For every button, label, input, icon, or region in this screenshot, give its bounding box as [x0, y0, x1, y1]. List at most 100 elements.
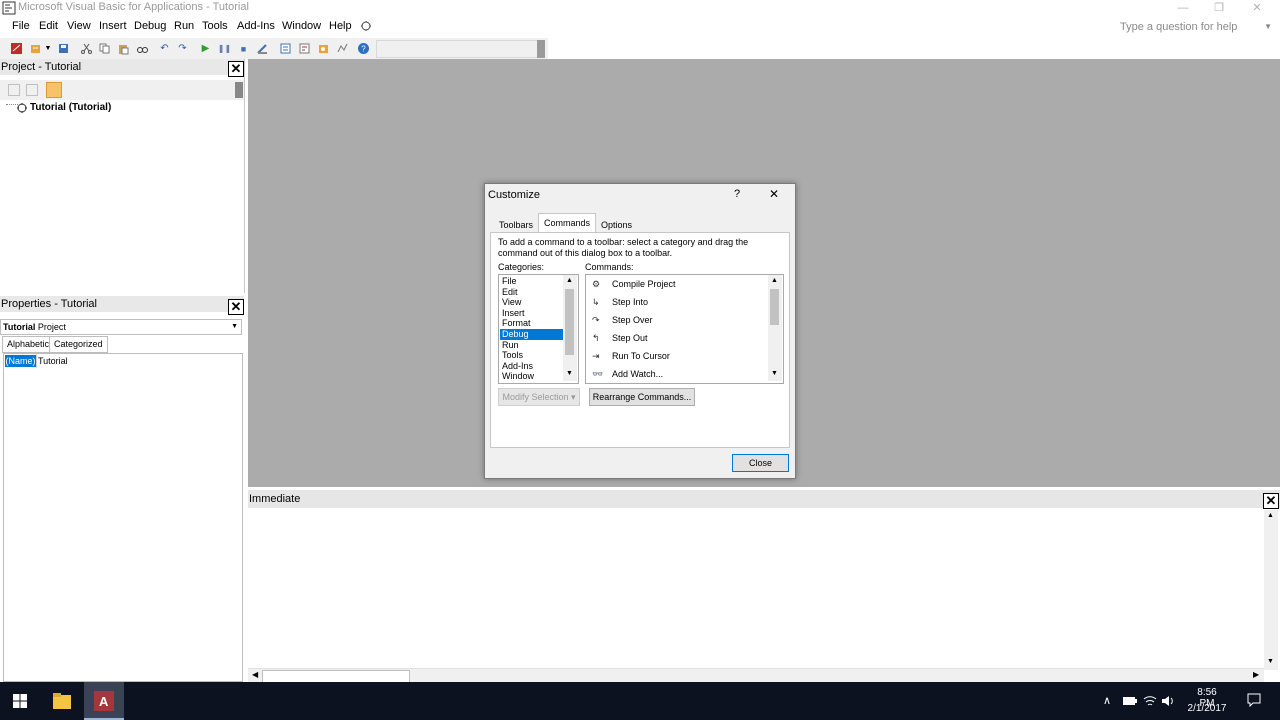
file-explorer-icon[interactable] [52, 692, 72, 710]
close-immediate-button[interactable]: ✕ [1263, 493, 1279, 509]
break-icon[interactable]: ❚❚ [217, 41, 232, 56]
scroll-down-icon[interactable]: ▼ [566, 370, 573, 377]
view-host-app-icon[interactable] [9, 41, 24, 56]
immediate-vertical-scrollbar[interactable]: ▲ ▼ [1264, 510, 1278, 670]
reset-icon[interactable]: ■ [236, 41, 251, 56]
chevron-up-icon[interactable]: ∧ [1103, 694, 1111, 707]
toggle-folders-icon[interactable] [46, 82, 62, 98]
scroll-up-icon[interactable]: ▲ [771, 277, 778, 284]
scroll-thumb[interactable] [565, 289, 574, 355]
modify-selection-button[interactable]: Modify Selection ▾ [498, 388, 580, 406]
project-explorer-icon[interactable] [278, 41, 293, 56]
clock-date[interactable]: 2/1/2017 [1186, 703, 1228, 714]
view-object-icon[interactable] [26, 84, 38, 96]
copy-icon[interactable] [97, 41, 112, 56]
tab-commands[interactable]: Commands [538, 213, 597, 234]
undo-icon[interactable]: ↶ [157, 41, 172, 56]
toolbox-icon[interactable] [335, 41, 350, 56]
commands-tab-panel: To add a command to a toolbar: select a … [490, 232, 790, 448]
commands-list[interactable]: ⚙ Compile Project ↳ Step Into ↷ Step Ove… [585, 274, 784, 384]
volume-icon[interactable] [1161, 694, 1175, 708]
scroll-down-icon[interactable]: ▼ [771, 370, 778, 377]
category-item[interactable]: Tools [500, 350, 564, 361]
dialog-help-button[interactable]: ? [734, 188, 740, 200]
menu-run[interactable]: Run [174, 20, 194, 32]
command-item[interactable]: ↳ Step Into [588, 293, 768, 311]
scroll-thumb[interactable] [770, 289, 779, 325]
command-item[interactable]: ↷ Step Over [588, 311, 768, 329]
insert-module-icon[interactable] [28, 41, 43, 56]
menu-help[interactable]: Help [329, 20, 352, 32]
command-item[interactable]: ⚙ Compile Project [588, 275, 768, 293]
scroll-left-icon[interactable]: ◀ [252, 670, 258, 679]
project-toolbar-grip[interactable] [235, 82, 243, 98]
close-window-button[interactable]: ✕ [1234, 0, 1280, 16]
view-code-icon[interactable] [8, 84, 20, 96]
scroll-up-icon[interactable]: ▲ [566, 277, 573, 284]
windows-start-icon[interactable] [13, 694, 27, 708]
close-properties-panel-button[interactable]: ✕ [228, 299, 244, 315]
category-item[interactable]: File [500, 276, 564, 287]
category-item[interactable]: Add-Ins [500, 361, 564, 372]
help-icon[interactable]: ? [356, 41, 371, 56]
close-button[interactable]: Close [732, 454, 789, 472]
object-browser-icon[interactable] [316, 41, 331, 56]
help-search-input[interactable]: Type a question for help ▼ [1120, 18, 1276, 36]
toolbar-options-icon[interactable] [360, 20, 372, 32]
categories-list[interactable]: File Edit View Insert Format Debug Run T… [498, 274, 579, 384]
menu-tools[interactable]: Tools [202, 20, 228, 32]
category-item[interactable]: Edit [500, 287, 564, 298]
immediate-horizontal-scrollbar[interactable]: ◀ ▶ [248, 668, 1264, 683]
command-item[interactable]: ⇥ Run To Cursor [588, 347, 768, 365]
tab-categorized[interactable]: Categorized [49, 336, 108, 353]
project-tree-item[interactable]: Tutorial (Tutorial) [30, 102, 111, 113]
chevron-down-icon[interactable]: ▼ [43, 41, 53, 56]
category-item[interactable]: Insert [500, 308, 564, 319]
tab-alphabetic[interactable]: Alphabetic [2, 336, 55, 353]
commands-label: Commands: [585, 262, 634, 272]
cut-icon[interactable] [79, 41, 94, 56]
category-item[interactable]: Window [500, 371, 564, 382]
wifi-icon[interactable] [1143, 694, 1157, 708]
chevron-down-icon[interactable]: ▼ [1264, 18, 1272, 36]
scroll-up-icon[interactable]: ▲ [1267, 512, 1274, 519]
command-label: Step Into [612, 297, 649, 307]
category-item[interactable]: View [500, 297, 564, 308]
category-item[interactable]: Format [500, 318, 564, 329]
categories-scrollbar[interactable]: ▲ ▼ [563, 275, 577, 381]
find-icon[interactable] [135, 41, 150, 56]
property-value[interactable]: Tutorial [38, 355, 68, 367]
redo-icon[interactable]: ↷ [175, 41, 190, 56]
commands-scrollbar[interactable]: ▲ ▼ [768, 275, 782, 381]
design-mode-icon[interactable] [255, 41, 270, 56]
command-item[interactable]: ↰ Step Out [588, 329, 768, 347]
paste-icon[interactable] [116, 41, 131, 56]
rearrange-commands-button[interactable]: Rearrange Commands... [589, 388, 695, 406]
access-taskbar-button[interactable]: A [84, 682, 124, 720]
toolbar-grip[interactable] [537, 40, 545, 58]
close-project-panel-button[interactable]: ✕ [228, 61, 244, 77]
menu-file[interactable]: File [12, 20, 30, 32]
scroll-down-icon[interactable]: ▼ [1267, 658, 1274, 665]
category-item-selected[interactable]: Debug [500, 329, 564, 340]
menu-view[interactable]: View [67, 20, 91, 32]
save-icon[interactable] [56, 41, 71, 56]
properties-window-icon[interactable] [297, 41, 312, 56]
scroll-right-icon[interactable]: ▶ [1253, 670, 1259, 679]
category-item[interactable]: Run [500, 340, 564, 351]
dialog-close-icon[interactable]: ✕ [769, 187, 779, 201]
chevron-down-icon[interactable]: ▼ [231, 320, 238, 334]
object-selector[interactable]: Tutorial Project ▼ [0, 319, 242, 335]
menu-add-ins[interactable]: Add-Ins [237, 20, 275, 32]
run-icon[interactable]: ▶ [198, 41, 213, 56]
immediate-window[interactable] [248, 490, 1280, 682]
menu-debug[interactable]: Debug [134, 20, 166, 32]
menu-edit[interactable]: Edit [39, 20, 58, 32]
menu-insert[interactable]: Insert [99, 20, 127, 32]
notifications-icon[interactable] [1247, 693, 1261, 707]
battery-icon[interactable] [1123, 696, 1137, 706]
menu-window[interactable]: Window [282, 20, 321, 32]
property-name[interactable]: (Name) [5, 355, 36, 367]
command-item[interactable]: 👓 Add Watch... [588, 365, 768, 383]
step-out-icon: ↰ [592, 333, 600, 343]
